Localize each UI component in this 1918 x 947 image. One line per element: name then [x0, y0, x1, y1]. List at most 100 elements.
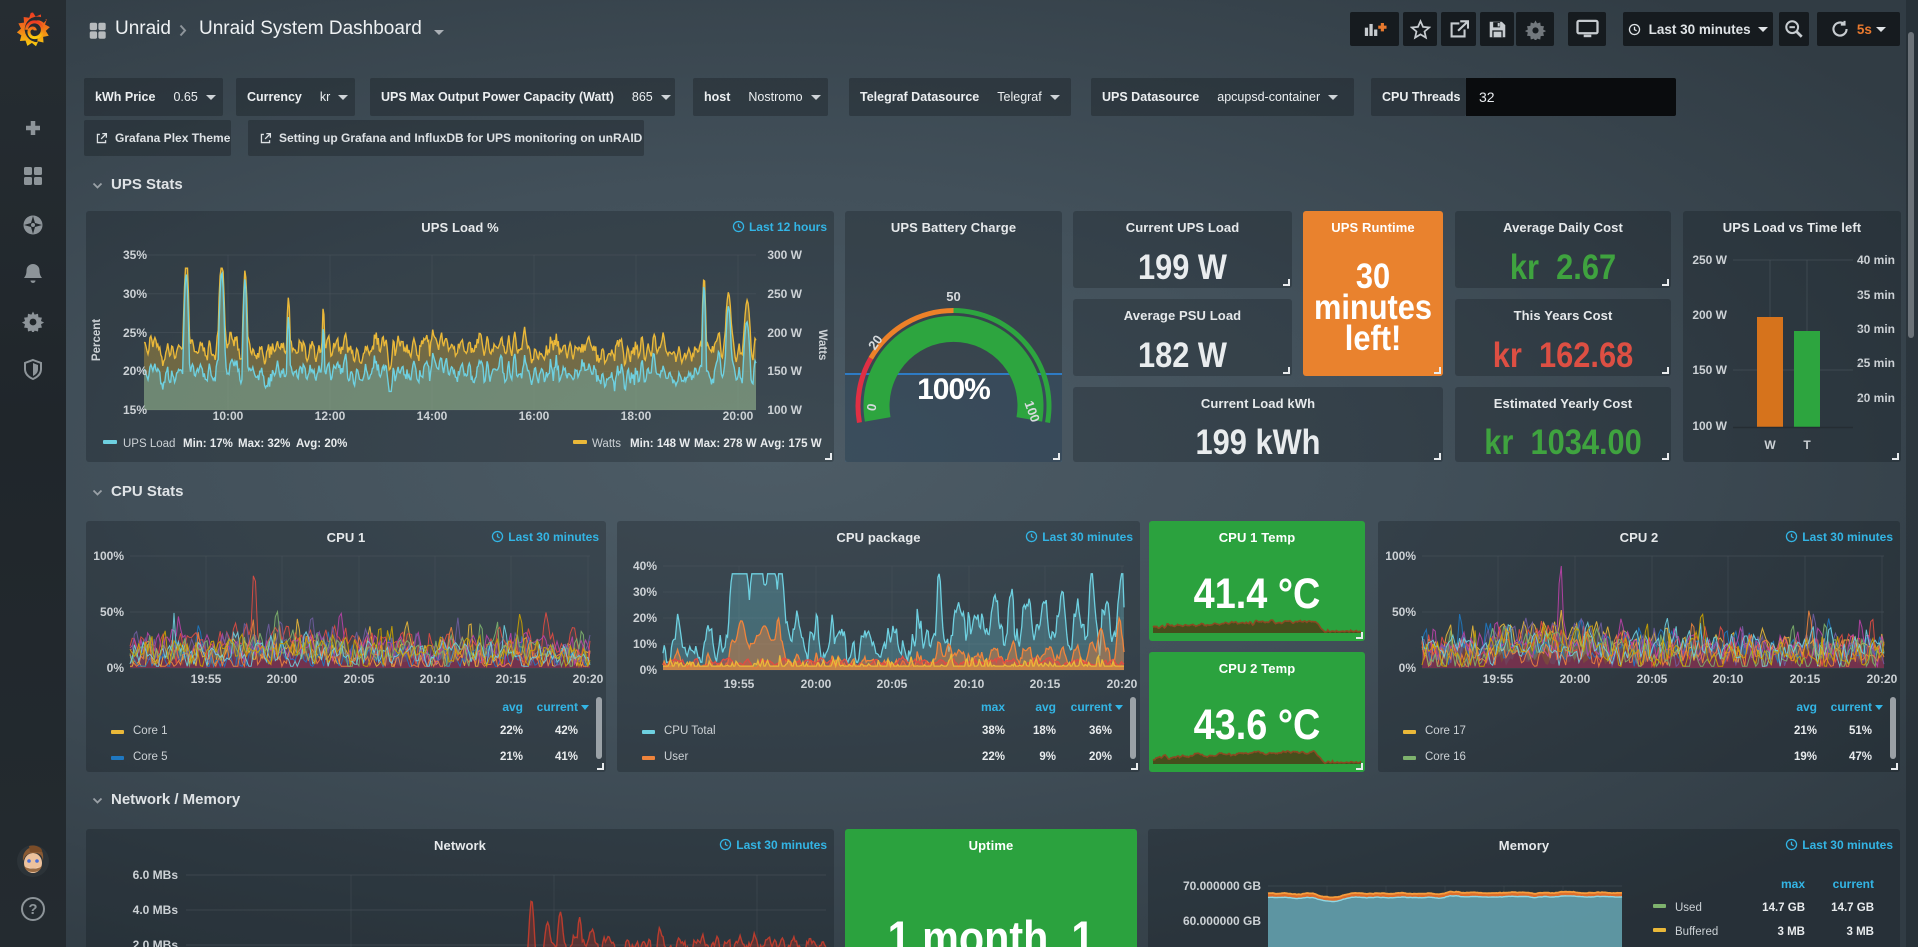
- svg-text:20:20: 20:20: [1107, 677, 1138, 691]
- svg-text:16:00: 16:00: [519, 409, 550, 423]
- svg-text:20:05: 20:05: [344, 672, 375, 686]
- svg-text:Core 16: Core 16: [1425, 751, 1466, 763]
- svg-text:36%: 36%: [1089, 725, 1112, 737]
- svg-text:10%: 10%: [633, 637, 657, 651]
- svg-text:70.000000 GB: 70.000000 GB: [1183, 879, 1261, 893]
- svg-text:21%: 21%: [500, 751, 523, 763]
- svg-text:19%: 19%: [1794, 751, 1817, 763]
- svg-text:Core 1: Core 1: [133, 725, 168, 737]
- svg-text:38%: 38%: [982, 725, 1005, 737]
- svg-text:200 W: 200 W: [767, 326, 802, 340]
- svg-text:22%: 22%: [500, 725, 523, 737]
- svg-text:19:55: 19:55: [724, 677, 755, 691]
- svg-text:25%: 25%: [123, 326, 147, 340]
- svg-text:30%: 30%: [633, 585, 657, 599]
- svg-text:100%: 100%: [93, 549, 124, 563]
- svg-text:35%: 35%: [123, 248, 147, 262]
- svg-text:current: current: [1071, 700, 1112, 714]
- svg-text:10:00: 10:00: [213, 409, 244, 423]
- svg-text:20:15: 20:15: [496, 672, 527, 686]
- svg-text:avg: avg: [502, 700, 523, 714]
- svg-text:0%: 0%: [107, 661, 125, 675]
- svg-text:30%: 30%: [123, 287, 147, 301]
- svg-text:Avg: 175 W: Avg: 175 W: [760, 438, 822, 450]
- svg-text:20: 20: [865, 332, 886, 352]
- svg-text:20:00: 20:00: [1560, 672, 1591, 686]
- svg-text:20:05: 20:05: [877, 677, 908, 691]
- svg-text:18%: 18%: [1033, 725, 1056, 737]
- svg-text:20:20: 20:20: [1867, 672, 1898, 686]
- svg-text:12:00: 12:00: [315, 409, 346, 423]
- svg-text:42%: 42%: [555, 725, 578, 737]
- svg-text:200 W: 200 W: [1692, 308, 1727, 322]
- svg-text:Min: 17%: Min: 17%: [183, 438, 233, 450]
- svg-text:41%: 41%: [555, 751, 578, 763]
- svg-text:avg: avg: [1796, 700, 1817, 714]
- svg-text:20:10: 20:10: [954, 677, 985, 691]
- svg-text:20:10: 20:10: [420, 672, 451, 686]
- svg-text:300 W: 300 W: [767, 248, 802, 262]
- svg-text:UPS Load: UPS Load: [123, 438, 175, 450]
- svg-text:250 W: 250 W: [767, 287, 802, 301]
- svg-text:20:15: 20:15: [1030, 677, 1061, 691]
- svg-text:15%: 15%: [123, 403, 147, 417]
- svg-text:User: User: [664, 751, 688, 763]
- svg-text:50%: 50%: [1392, 605, 1416, 619]
- svg-text:47%: 47%: [1849, 751, 1872, 763]
- svg-text:current: current: [537, 700, 578, 714]
- svg-text:Buffered: Buffered: [1675, 926, 1718, 938]
- svg-text:22%: 22%: [982, 751, 1005, 763]
- svg-text:50%: 50%: [100, 605, 124, 619]
- svg-text:2.0 MBs: 2.0 MBs: [133, 938, 179, 947]
- svg-text:50: 50: [946, 289, 960, 304]
- svg-text:60.000000 GB: 60.000000 GB: [1183, 914, 1261, 928]
- svg-text:20:05: 20:05: [1637, 672, 1668, 686]
- svg-text:4.0 MBs: 4.0 MBs: [133, 903, 179, 917]
- svg-text:20:15: 20:15: [1790, 672, 1821, 686]
- svg-text:Used: Used: [1675, 902, 1702, 914]
- svg-text:100 W: 100 W: [767, 403, 802, 417]
- svg-text:3 MB: 3 MB: [1778, 926, 1805, 938]
- svg-text:20:20: 20:20: [573, 672, 604, 686]
- svg-text:avg: avg: [1035, 700, 1056, 714]
- svg-text:T: T: [1803, 438, 1811, 452]
- svg-text:14.7 GB: 14.7 GB: [1831, 902, 1874, 914]
- svg-text:14:00: 14:00: [417, 409, 448, 423]
- svg-text:20:10: 20:10: [1713, 672, 1744, 686]
- svg-text:18:00: 18:00: [621, 409, 652, 423]
- svg-text:150 W: 150 W: [767, 364, 802, 378]
- svg-text:100%: 100%: [917, 373, 990, 406]
- svg-text:max: max: [981, 700, 1005, 714]
- svg-text:40 min: 40 min: [1857, 253, 1895, 267]
- svg-text:0%: 0%: [640, 663, 658, 677]
- svg-text:current: current: [1831, 700, 1872, 714]
- svg-text:0%: 0%: [1399, 661, 1417, 675]
- svg-text:20:00: 20:00: [267, 672, 298, 686]
- svg-text:max: max: [1781, 877, 1805, 891]
- svg-text:40%: 40%: [633, 559, 657, 573]
- svg-text:Max: 32%: Max: 32%: [238, 438, 290, 450]
- svg-text:Max: 278 W: Max: 278 W: [694, 438, 757, 450]
- svg-text:19:55: 19:55: [191, 672, 222, 686]
- svg-text:20:00: 20:00: [723, 409, 754, 423]
- svg-text:6.0 MBs: 6.0 MBs: [133, 868, 179, 882]
- svg-text:Core 5: Core 5: [133, 751, 168, 763]
- svg-text:current: current: [1833, 877, 1874, 891]
- svg-text:Watts: Watts: [816, 330, 828, 361]
- svg-text:Percent: Percent: [91, 319, 103, 361]
- svg-text:21%: 21%: [1794, 725, 1817, 737]
- svg-text:14.7 GB: 14.7 GB: [1762, 902, 1805, 914]
- svg-text:CPU Total: CPU Total: [664, 725, 716, 737]
- svg-text:100%: 100%: [1385, 549, 1416, 563]
- svg-text:250 W: 250 W: [1692, 253, 1727, 267]
- svg-text:150 W: 150 W: [1692, 363, 1727, 377]
- svg-text:19:55: 19:55: [1483, 672, 1514, 686]
- svg-text:9%: 9%: [1039, 751, 1056, 763]
- svg-text:3 MB: 3 MB: [1847, 926, 1874, 938]
- svg-text:Min: 148 W: Min: 148 W: [630, 438, 690, 450]
- svg-text:Avg: 20%: Avg: 20%: [296, 438, 347, 450]
- svg-text:51%: 51%: [1849, 725, 1872, 737]
- svg-text:20%: 20%: [633, 611, 657, 625]
- svg-text:100 W: 100 W: [1692, 419, 1727, 433]
- svg-text:W: W: [1764, 438, 1776, 452]
